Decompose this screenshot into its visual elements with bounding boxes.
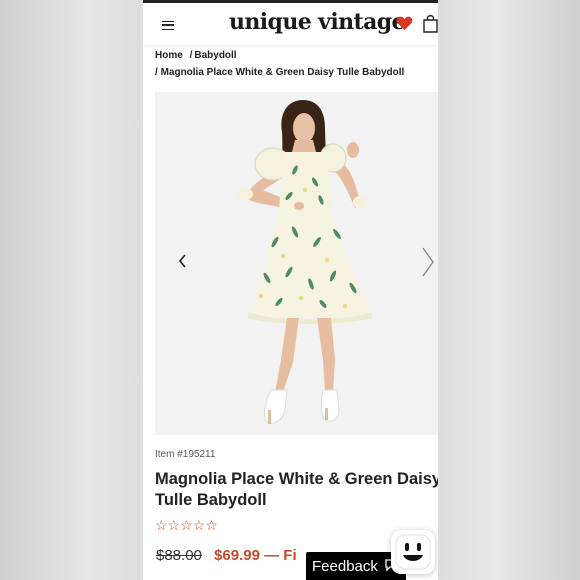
shopping-bag-icon[interactable]	[423, 14, 438, 33]
sale-price: $69.99 — Fi	[214, 547, 297, 564]
site-logo[interactable]: unique vintage	[229, 9, 406, 35]
mobile-page: unique vintage Home / Babydoll / Magnolia…	[143, 0, 438, 580]
heart-icon[interactable]	[396, 15, 413, 31]
breadcrumb: Home / Babydoll / Magnolia Place White & …	[155, 47, 435, 81]
product-title-line1: Magnolia Place White & Green Daisy	[155, 470, 438, 488]
hamburger-menu-icon[interactable]	[162, 21, 174, 30]
background-left	[0, 0, 143, 580]
chevron-left-icon[interactable]	[177, 254, 189, 268]
background-right	[438, 0, 580, 580]
chat-bot-button[interactable]	[391, 530, 435, 574]
price-row: $88.00 $69.99 — Fi	[156, 547, 297, 564]
item-number: Item #195211	[155, 449, 216, 460]
breadcrumb-separator: /	[189, 50, 193, 61]
product-title-line2: Tulle Babydoll	[155, 491, 267, 509]
original-price: $88.00	[156, 547, 202, 564]
breadcrumb-separator: /	[155, 67, 158, 78]
model-photo	[155, 92, 438, 435]
chevron-right-icon[interactable]	[421, 247, 435, 277]
breadcrumb-category[interactable]: Babydoll	[194, 50, 236, 61]
breadcrumb-product[interactable]: Magnolia Place White & Green Daisy Tulle…	[161, 67, 405, 78]
feedback-label: Feedback	[312, 558, 378, 575]
product-image[interactable]	[155, 92, 438, 435]
chat-bot-icon	[395, 534, 431, 570]
product-title: Magnolia Place White & Green Daisy Tulle…	[155, 469, 438, 511]
site-header: unique vintage	[143, 3, 438, 45]
rating-stars[interactable]: ☆☆☆☆☆	[155, 517, 218, 534]
breadcrumb-home[interactable]: Home	[155, 50, 183, 61]
